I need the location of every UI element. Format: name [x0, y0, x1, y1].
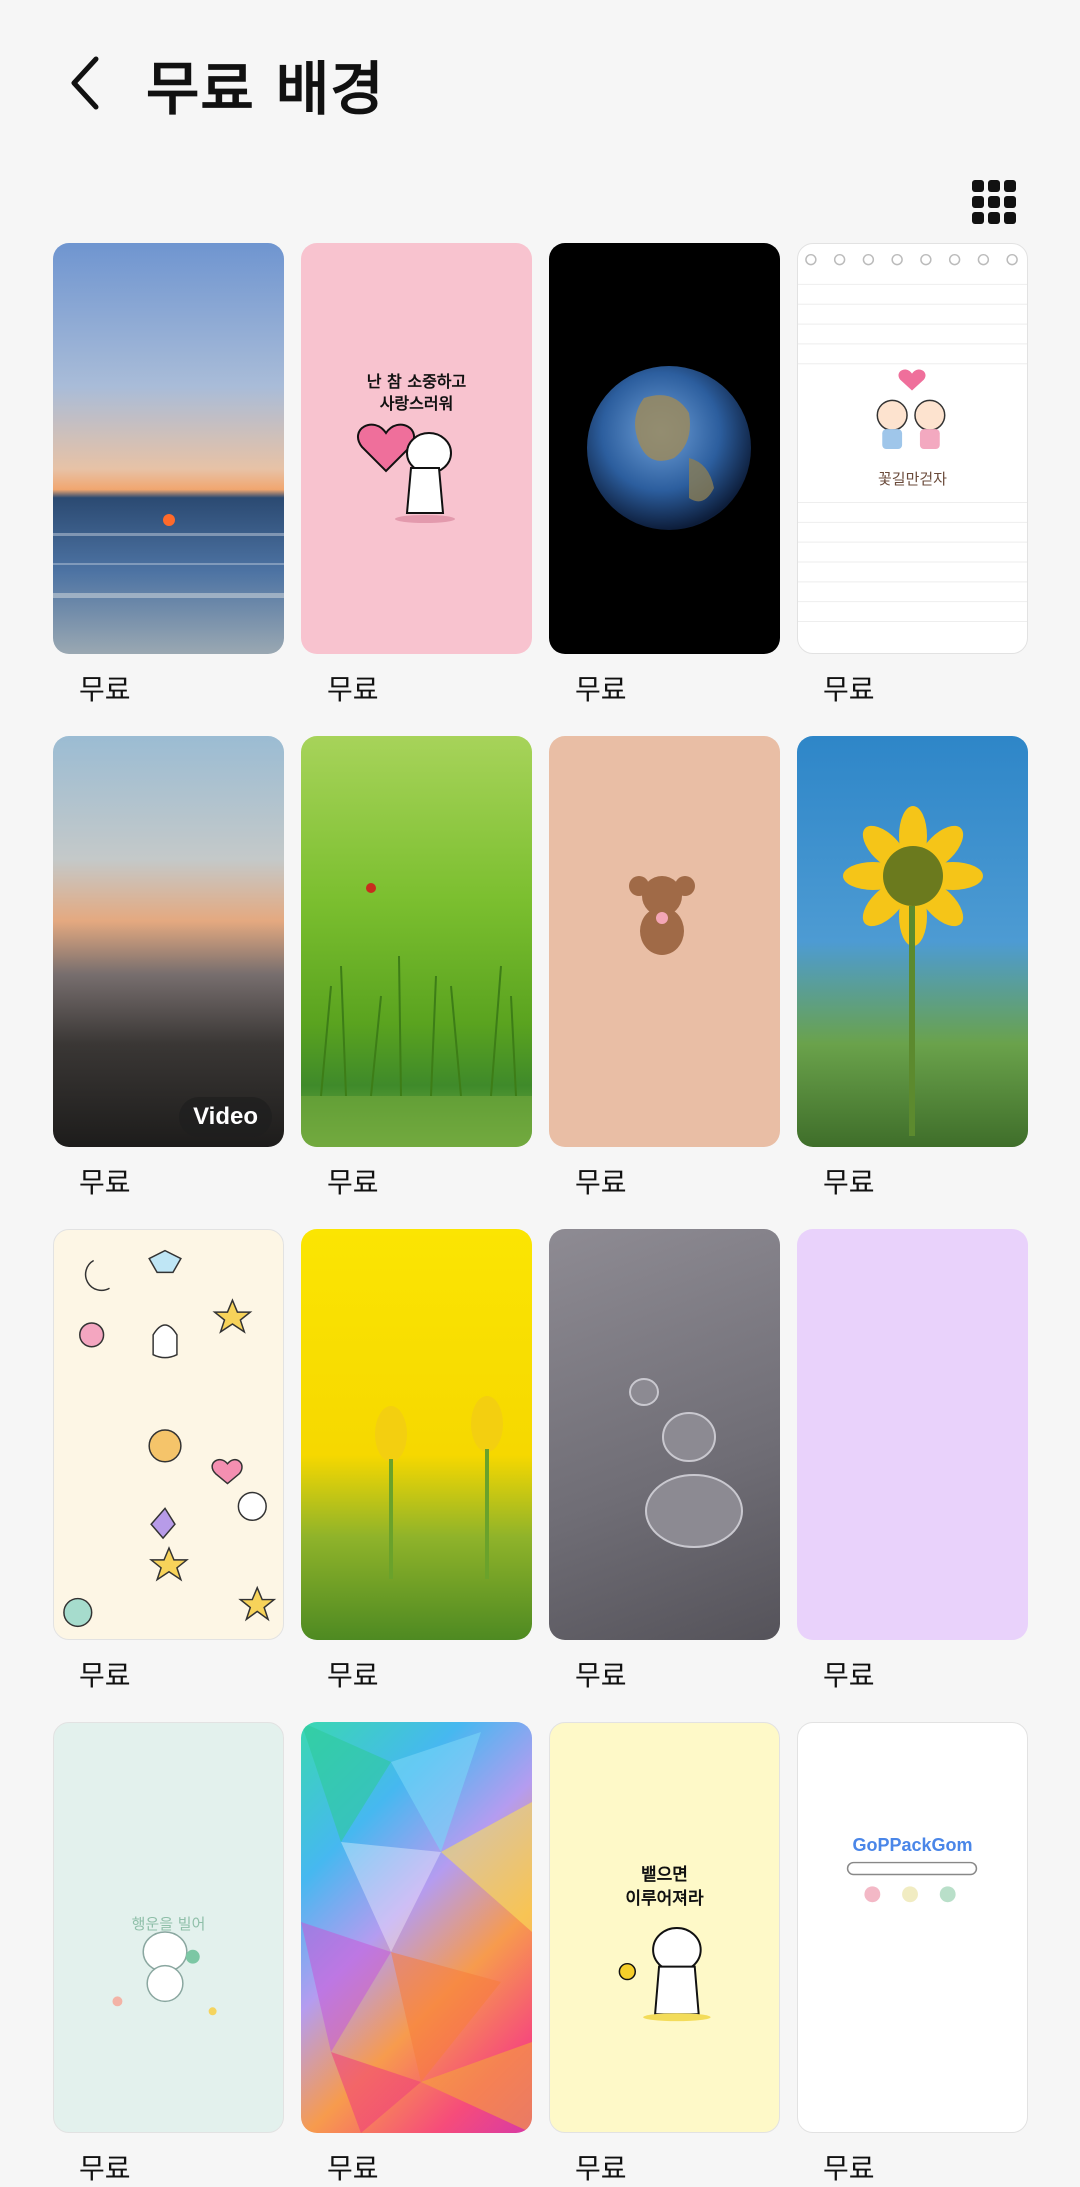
- polygon-illustration: [301, 1722, 532, 2133]
- wallpaper-thumb-notebook-couple[interactable]: 꽃길만걷자: [797, 243, 1028, 654]
- wallpaper-thumb-pink-bear-heart[interactable]: 난 참 소중하고 사랑스러워: [301, 243, 532, 654]
- sunset-illustration: [53, 514, 284, 598]
- wallpaper-thumb-brown-poodle[interactable]: [549, 736, 780, 1147]
- price-label: 무료: [327, 1166, 379, 1199]
- chevron-left-icon: [71, 56, 99, 110]
- price-label: 무료: [327, 2152, 379, 2185]
- wallpaper-thumb-lavender-plain[interactable]: [797, 1229, 1028, 1640]
- mint-puppy-illustration: [112, 1931, 217, 2016]
- wallpaper-thumb-mint-puppy[interactable]: 행운을 빌어: [53, 1722, 284, 2133]
- poodle-illustration: [629, 876, 695, 955]
- price-label: 무료: [823, 2152, 875, 2185]
- wallpaper-thumb-sunset-ocean[interactable]: [53, 243, 284, 654]
- price-label: 무료: [823, 1166, 875, 1199]
- price-label: 무료: [327, 673, 379, 706]
- price-label: 무료: [575, 673, 627, 706]
- wallpaper-thumb-water-drops[interactable]: [549, 1229, 780, 1640]
- wallpaper-thumb-space-doodles[interactable]: [53, 1229, 284, 1640]
- video-badge: Video: [179, 1097, 272, 1137]
- price-label: 무료: [79, 2152, 131, 2185]
- wallpaper-caption: 꽃길만걷자: [877, 470, 947, 488]
- sunflower-illustration: [843, 806, 983, 1136]
- price-label: 무료: [327, 1659, 379, 1692]
- back-button[interactable]: [56, 48, 116, 118]
- grid-view-icon: [972, 180, 1016, 224]
- price-label: 무료: [575, 1166, 627, 1199]
- price-label: 무료: [79, 1659, 131, 1692]
- bear-heart-illustration: [357, 423, 455, 523]
- wallpaper-thumb-beach-sunset-video[interactable]: Video: [53, 736, 284, 1147]
- price-label: 무료: [575, 1659, 627, 1692]
- notebook-illustration: [798, 253, 1027, 622]
- app-header: 무료 배경: [0, 0, 1080, 170]
- bear-flower-illustration: [618, 1927, 711, 2022]
- price-label: 무료: [79, 673, 131, 706]
- page-title: 무료 배경: [146, 55, 385, 123]
- price-label: 무료: [575, 2152, 627, 2185]
- price-label: 무료: [79, 1166, 131, 1199]
- wallpaper-thumb-gopackgom-home[interactable]: GoPPackGom: [797, 1722, 1028, 2133]
- price-label: 무료: [823, 1659, 875, 1692]
- wallpaper-thumb-grass-ladybug[interactable]: [301, 736, 532, 1147]
- earth-illustration: [587, 366, 751, 530]
- wallpaper-thumb-yellow-bear-flower[interactable]: 뱉으면 이루어져라: [549, 1722, 780, 2133]
- space-doodles-illustration: [63, 1249, 277, 1628]
- wallpaper-thumb-rainbow-polygons[interactable]: [301, 1722, 532, 2133]
- price-label: 무료: [823, 673, 875, 706]
- wallpaper-thumb-earth[interactable]: [549, 243, 780, 654]
- home-screen-illustration: [846, 1861, 978, 1903]
- grass-illustration: [301, 883, 532, 1147]
- grid-view-toggle[interactable]: [968, 176, 1020, 228]
- water-drops-illustration: [629, 1378, 743, 1548]
- wallpaper-thumb-sunflower[interactable]: [797, 736, 1028, 1147]
- wallpaper-thumb-yellow-tulips[interactable]: [301, 1229, 532, 1640]
- tulip-illustration: [375, 1396, 503, 1579]
